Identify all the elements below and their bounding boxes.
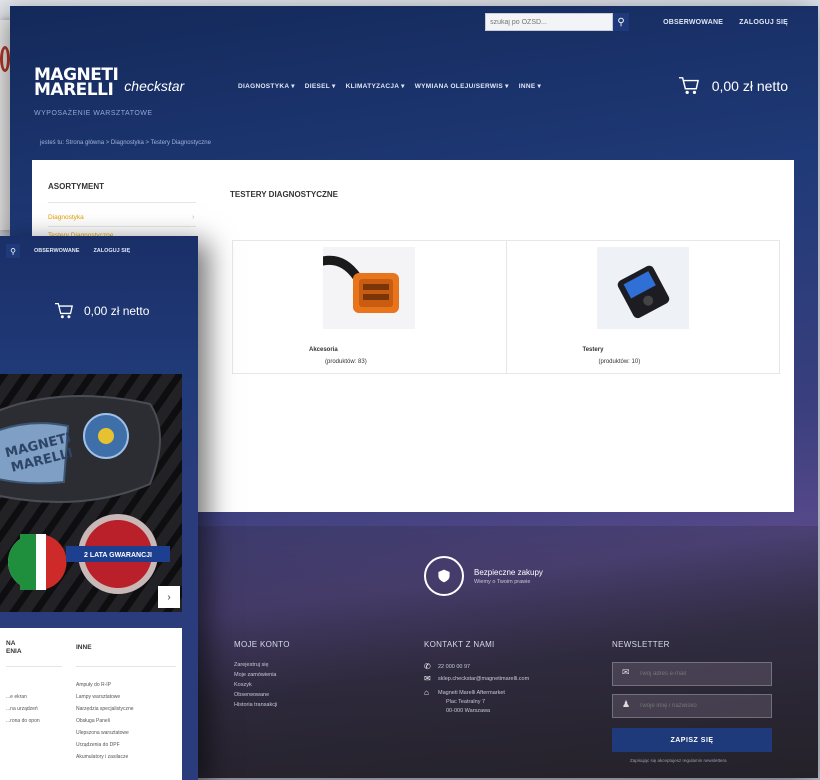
cart-button[interactable]: 0,00 zł netto <box>54 302 149 320</box>
round-logo-fragment <box>0 46 10 72</box>
login-link[interactable]: ZALOGUJ SIĘ <box>739 19 788 26</box>
mail-icon: ✉ <box>424 674 431 683</box>
divider <box>48 202 196 203</box>
footer-link[interactable]: Narzędzia specjalistyczne <box>76 706 134 712</box>
divider <box>76 666 176 667</box>
footer-link-register[interactable]: Zarejestruj się <box>234 662 269 668</box>
secure-title: Bezpieczne zakupy <box>474 567 543 577</box>
newsletter-submit-button[interactable]: ZAPISZ SIĘ <box>612 728 772 752</box>
nav-other[interactable]: INNE ▾ <box>519 82 541 90</box>
footer-contact-title: KONTAKT Z NAMI <box>424 640 495 649</box>
contact-address-line: 00-000 Warszawa <box>446 708 491 714</box>
nav-oil-service[interactable]: WYMIANA OLEJU/SERWIS ▾ <box>415 82 509 90</box>
observed-link[interactable]: OBSERWOWANE <box>34 248 79 254</box>
newsletter-title: NEWSLETTER <box>612 640 670 649</box>
cart-amount: 0,00 zł netto <box>84 304 150 318</box>
contact-address-line: Magneti Marelli Aftermarket <box>438 690 505 696</box>
cart-icon <box>678 77 699 94</box>
footer-link[interactable]: Lampy warsztatowe <box>76 694 120 700</box>
nav-diagnostics[interactable]: DIAGNOSTYKA ▾ <box>238 82 295 90</box>
top-bar: ⚲ OBSERWOWANE ZALOGUJ SIĘ <box>485 12 788 32</box>
front-screenshot: ⚲ OBSERWOWANE ZALOGUJ SIĘ 0,00 zł netto … <box>0 236 198 780</box>
main-nav: DIAGNOSTYKA ▾ DIESEL ▾ KLIMATYZACJA ▾ WY… <box>238 82 541 90</box>
category-grid: Akcesoria (produktów: 83) Testery (produ… <box>232 240 780 374</box>
sidebar-item-diagnostics[interactable]: Diagnostyka <box>48 214 84 221</box>
title-line: NA <box>6 640 16 647</box>
newsletter-email-input[interactable] <box>612 662 772 686</box>
footer-link[interactable]: ...e ekran <box>6 694 27 700</box>
footer-link[interactable]: Ulepszona warsztatowe <box>76 730 129 736</box>
search-input[interactable] <box>485 13 614 31</box>
category-count: (produktów: 10) <box>598 359 641 365</box>
divider <box>6 666 62 667</box>
footer-link[interactable]: ...rona do opon <box>6 718 40 724</box>
sidebar-title: ASORTYMENT <box>48 182 104 191</box>
front-footer-links: NA ENIA ...e ekran ...na urządzeń ...ron… <box>0 628 182 780</box>
breadcrumb: jesteś tu: Strona główna > Diagnostyka >… <box>40 140 211 146</box>
category-name: Akcesoria <box>309 347 338 353</box>
tire-tester-image: MAGNETI MARELLI 2 LATA GWARANCJI <box>0 374 182 612</box>
footer-link-history[interactable]: Historia transakcji <box>234 702 277 708</box>
search-icon[interactable]: ⚲ <box>6 244 20 258</box>
footer-link[interactable]: Obsługa Paneli <box>76 718 110 724</box>
category-name: Testery <box>582 347 604 353</box>
product-image-obd-connector <box>318 247 416 329</box>
cart-button[interactable]: 0,00 zł netto <box>678 76 788 96</box>
footer-link-cart[interactable]: Koszyk <box>234 682 252 688</box>
contact-phone: 22 000 00 97 <box>438 664 471 670</box>
footer-account-title: MOJE KONTO <box>234 640 290 649</box>
nav-air-conditioning[interactable]: KLIMATYZACJA ▾ <box>346 82 405 90</box>
footer-link-orders[interactable]: Moje zamówienia <box>234 672 277 678</box>
footer-link[interactable]: Ampuły do R-IP <box>76 682 111 688</box>
warranty-badge-text: 2 LATA GWARANCJI <box>84 552 152 559</box>
slider-next-button[interactable]: › <box>158 586 180 608</box>
footer-link-observed[interactable]: Obserwowane <box>234 692 269 698</box>
newsletter-note: Zapisując się akceptujesz regulamin news… <box>630 758 727 763</box>
footer-column-title: NA ENIA <box>6 640 22 656</box>
location-icon: ⌂ <box>424 688 429 697</box>
contact-address-line: Plac Teatralny 7 <box>446 699 486 705</box>
shield-icon <box>424 556 464 596</box>
category-tile-accessories[interactable]: Akcesoria (produktów: 83) <box>233 241 507 373</box>
envelope-icon: ✉ <box>622 667 630 677</box>
divider <box>48 226 196 227</box>
newsletter-name-input[interactable] <box>612 694 772 718</box>
secure-subtitle: Wiemy o Twoim prawie <box>474 578 531 585</box>
category-count: (produktów: 83) <box>325 359 367 365</box>
footer-link[interactable]: Urządzenia do DPF <box>76 742 120 748</box>
brand-logo-text: MAGNETI MARELLI <box>34 65 119 100</box>
cart-icon <box>55 302 73 319</box>
category-tile-testers[interactable]: Testery (produktów: 10) <box>507 241 780 373</box>
phone-icon: ✆ <box>424 662 431 671</box>
login-link[interactable]: ZALOGUJ SIĘ <box>93 248 130 254</box>
cart-amount: 0,00 zł netto <box>711 78 788 94</box>
nav-diesel[interactable]: DIESEL ▾ <box>305 82 336 90</box>
title-line: ENIA <box>6 648 22 655</box>
page-title: TESTERY DIAGNOSTYCZNE <box>230 190 339 199</box>
observed-link[interactable]: OBSERWOWANE <box>663 19 723 26</box>
contact-email[interactable]: sklep.checkstar@magnetimarelli.com <box>438 676 529 682</box>
secure-shopping: Bezpieczne zakupy Wiemy o Twoim prawie <box>424 556 543 596</box>
front-top-bar: ⚲ OBSERWOWANE ZALOGUJ SIĘ <box>0 244 130 258</box>
product-image-tester <box>596 247 689 329</box>
logo[interactable]: MAGNETI MARELLI checkstar WYPOSAŻENIE WA… <box>34 65 185 118</box>
footer-link[interactable]: Akumulatory i zasilacze <box>76 754 128 760</box>
search-icon[interactable]: ⚲ <box>613 13 630 31</box>
footer-column-title: INNE <box>76 644 92 651</box>
logo-tagline: WYPOSAŻENIE WARSZTATOWE <box>34 110 153 117</box>
sub-brand-logo: checkstar <box>124 78 185 94</box>
background-screen-sliver <box>0 20 10 230</box>
promo-banner[interactable]: MAGNETI MARELLI 2 LATA GWARANCJI <box>0 374 182 612</box>
footer-link[interactable]: ...na urządzeń <box>6 706 38 712</box>
chevron-right-icon: › <box>192 214 195 221</box>
user-icon: ♟ <box>622 699 631 709</box>
